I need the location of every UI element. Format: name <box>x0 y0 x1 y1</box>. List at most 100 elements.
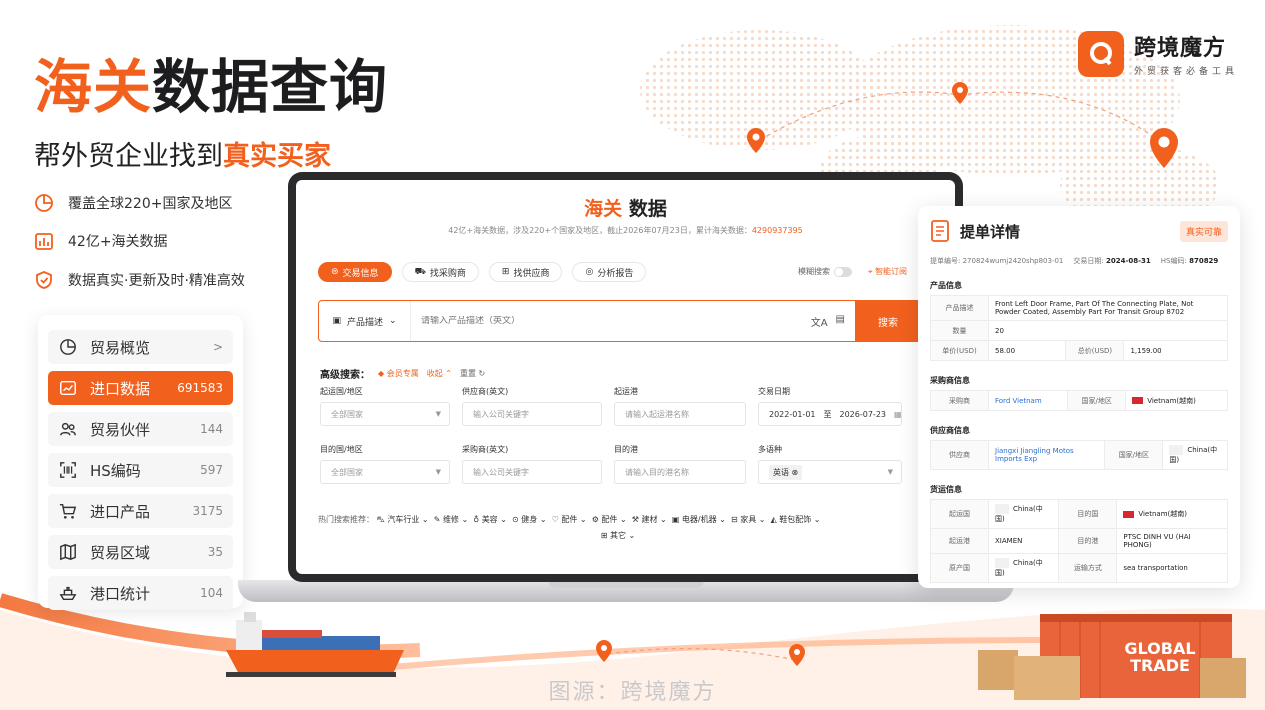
sidebar-item-overview[interactable]: 贸易概览 > <box>48 330 233 364</box>
hero-subtitle: 帮外贸企业找到真实买家 <box>34 134 331 173</box>
shipping-table: 起运国 China(中国) 目的国 Vietnam(越南) 起运港 XIAMEN 目的港 P… <box>930 499 1228 583</box>
search-button[interactable]: 搜索 <box>855 300 921 342</box>
port-to-key: 目的港 <box>1058 528 1118 554</box>
supplier-label: 供应商(英文) <box>462 387 509 396</box>
hot-tag-building[interactable]: ⚒ 建材 ⌄ <box>632 515 667 524</box>
product-table: 产品描述 Front Left Door Frame, Part Of The C… <box>930 295 1228 361</box>
reset-button[interactable]: 重置 ↻ <box>460 368 485 379</box>
product-desc-value: Front Left Door Frame, Part Of The Conne… <box>988 295 1228 321</box>
cart-icon: ⛟ <box>414 266 426 277</box>
hero-title-accent: 海关 <box>34 53 153 121</box>
collapse-button[interactable]: 收起 ⌃ <box>427 368 452 379</box>
language-select[interactable]: 英语 ⊗ ▼ <box>758 460 902 484</box>
sidebar-item-hs-code[interactable]: HS编码 597 <box>48 453 233 487</box>
trade-date-range[interactable]: 2022-01-01 至 2026-07-23 ▦ <box>758 402 902 426</box>
hero-subtitle-text: 帮外贸企业找到 <box>34 141 223 172</box>
tab-label: 交易信息 <box>342 268 379 279</box>
smart-subscribe-link[interactable]: ⌖ 智能订阅 <box>868 266 907 277</box>
china-flag-icon <box>995 504 1009 514</box>
sidebar-item-regions[interactable]: 贸易区域 35 <box>48 535 233 569</box>
tab-transactions[interactable]: ⊜ 交易信息 <box>318 262 392 282</box>
hot-tag-fitness[interactable]: ⊙ 健身 ⌄ <box>512 515 547 524</box>
supplier-section-title: 供应商信息 <box>930 426 970 435</box>
app-description: 42亿+海关数据，涉及220+个国家及地区，截止2026年07月23日，累计海关… <box>296 225 955 236</box>
hot-tag-furniture[interactable]: ⊟ 家具 ⌄ <box>731 515 766 524</box>
china-flag-icon <box>995 558 1009 568</box>
verified-badge: 真实可靠 <box>1179 220 1228 242</box>
hot-tag-accessories[interactable]: ♡ 配件 ⌄ <box>552 515 587 524</box>
sidebar-item-label: 进口数据 <box>90 379 151 398</box>
sidebar-item-import-data[interactable]: 进口数据 691583 <box>48 371 233 405</box>
hot-tag-label: 其它 <box>610 531 626 540</box>
origin-country-select[interactable]: 全部国家 ▼ <box>320 402 450 426</box>
cart-icon <box>58 501 78 521</box>
table-row: 起运港 XIAMEN 目的港 PTSC DINH VU (HAI PHONG) <box>930 528 1228 554</box>
buyer-input[interactable]: 输入公司关键字 <box>462 460 602 484</box>
hot-tag-repair[interactable]: ✎ 维修 ⌄ <box>434 515 469 524</box>
supplier-link[interactable]: Jiangxi Jiangling Motos Imports Exp <box>987 440 1106 470</box>
tab-find-suppliers[interactable]: ⊞ 找供应商 <box>488 262 563 282</box>
port-to-value: PTSC DINH VU (HAI PHONG) <box>1116 528 1228 554</box>
hot-tag-shoes-bags[interactable]: ◭ 鞋包配饰 ⌄ <box>771 515 821 524</box>
toggle-switch[interactable] <box>834 266 852 277</box>
hot-tag-beauty[interactable]: ♁ 美容 ⌄ <box>473 515 507 524</box>
hot-tag-label: 配件 <box>561 515 578 524</box>
hero-title: 海关数据查询 <box>34 53 388 121</box>
report-icon: ◎ <box>585 267 594 277</box>
calendar-icon: ▦ <box>894 409 902 419</box>
hot-tag-label: 配件 <box>601 515 618 524</box>
table-row: 单价(USD) 58.00 总价(USD) 1,159.00 <box>930 340 1228 361</box>
feature-item: 42亿+海关数据 <box>34 231 168 251</box>
sidebar-item-import-products[interactable]: 进口产品 3175 <box>48 494 233 528</box>
dest-port-label: 目的港 <box>614 445 638 454</box>
bar-chart-icon <box>35 233 53 250</box>
table-row: 供应商 Jiangxi Jiangling Motos Imports Exp 国家… <box>930 440 1228 470</box>
dest-country-select[interactable]: 全部国家 ▼ <box>320 460 450 484</box>
map-icon <box>58 542 78 562</box>
image-search-icon[interactable]: ▤ <box>836 314 845 329</box>
app-title-main: 数据 <box>628 198 667 220</box>
advanced-search-header: 高级搜索： ◆ 会员专属 收起 ⌃ 重置 ↻ <box>320 366 485 381</box>
ship-to-value: Vietnam(越南) <box>1138 510 1187 518</box>
smart-subscribe-label: 智能订阅 <box>875 267 908 276</box>
transport-mode-value: sea transportation <box>1116 553 1228 583</box>
hot-tag-parts[interactable]: ⚙ 配件 ⌄ <box>592 515 627 524</box>
hero-subtitle-highlight: 真实买家 <box>223 141 331 172</box>
table-row: 产品描述 Front Left Door Frame, Part Of The C… <box>930 295 1228 321</box>
sidebar-item-count: 35 <box>207 545 223 559</box>
fuzzy-search-toggle[interactable]: 模糊搜索 <box>798 266 852 277</box>
sidebar-item-label: 贸易区域 <box>90 543 151 562</box>
store-icon: ⊞ <box>501 267 510 277</box>
bill-title: 提单详情 <box>960 222 1021 241</box>
date-separator: 至 <box>823 409 832 419</box>
tab-label: 找采购商 <box>429 268 466 279</box>
sidebar-item-ports[interactable]: 港口统计 104 <box>48 576 233 610</box>
tab-find-buyers[interactable]: ⛟ 找采购商 <box>401 262 479 282</box>
search-input[interactable] <box>411 316 811 326</box>
cargo-ship-icon <box>226 612 404 677</box>
buyer-section-title: 采购商信息 <box>930 376 970 385</box>
translate-icon[interactable]: 文A <box>811 314 828 329</box>
sidebar-item-partners[interactable]: 贸易伙伴 144 <box>48 412 233 446</box>
hot-tag-other[interactable]: ⊞ 其它 ⌄ <box>601 531 636 540</box>
dest-port-input[interactable]: 请输入目的港名称 <box>614 460 746 484</box>
supplier-input[interactable]: 输入公司关键字 <box>462 402 602 426</box>
hot-tag-appliances[interactable]: ▣ 电器/机器 ⌄ <box>672 515 726 524</box>
supplier-key: 供应商 <box>930 440 989 470</box>
buyer-link[interactable]: Ford Vietnam <box>987 390 1069 411</box>
feature-item: 覆盖全球220+国家及地区 <box>34 193 232 213</box>
sidebar-item-count: 3175 <box>192 504 223 518</box>
china-flag-icon <box>1169 445 1184 455</box>
bill-of-lading-card: 提单详情 真实可靠 提单编号: 270824wumj2420shp803-01 … <box>918 206 1240 588</box>
hs-code: 870829 <box>1189 257 1219 265</box>
tab-reports[interactable]: ◎ 分析报告 <box>572 262 647 282</box>
scan-code-icon <box>58 460 78 480</box>
feature-text: 数据真实·更新及时·精准高效 <box>68 273 245 289</box>
search-field-dropdown[interactable]: ▣ 产品描述 ⌄ <box>319 301 411 341</box>
buyer-country-value: Vietnam(越南) <box>1147 396 1196 405</box>
caret-down-icon: ▼ <box>435 468 441 476</box>
sidebar-item-count: 104 <box>200 586 223 600</box>
total-records-count: 4290937395 <box>751 226 803 235</box>
departure-port-input[interactable]: 请输入起运港名称 <box>614 402 746 426</box>
hot-tag-auto[interactable]: ⛍ 汽车行业 ⌄ <box>377 515 429 524</box>
